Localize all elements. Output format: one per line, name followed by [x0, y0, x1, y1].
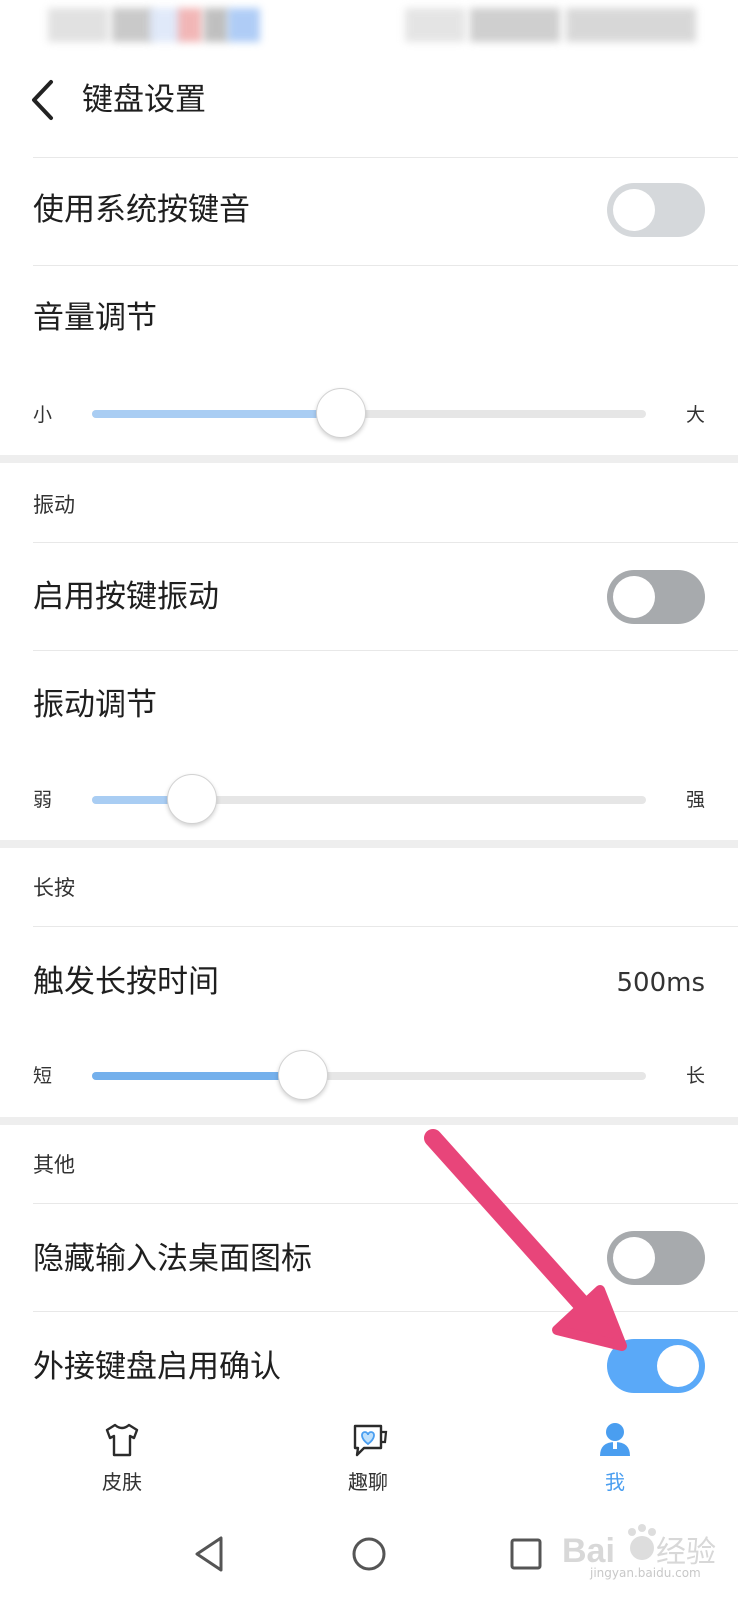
external-keyboard-toggle[interactable]: [607, 1339, 705, 1393]
status-blur: [178, 8, 202, 42]
back-button[interactable]: [22, 76, 62, 124]
section-title-long-press: 长按: [33, 876, 75, 900]
divider: [33, 542, 738, 543]
system-key-sound-label: 使用系统按键音: [33, 192, 250, 228]
section-gap: [0, 455, 738, 463]
toggle-knob: [613, 189, 655, 231]
volume-label: 音量调节: [33, 300, 157, 336]
long-press-time-label: 触发长按时间: [33, 964, 219, 1000]
divider: [33, 265, 738, 266]
long-press-slider[interactable]: [92, 1050, 646, 1100]
header: 键盘设置: [0, 58, 738, 158]
slider-thumb[interactable]: [166, 774, 217, 824]
chevron-left-icon: [32, 80, 53, 120]
status-blur: [470, 8, 560, 42]
hide-icon-label: 隐藏输入法桌面图标: [33, 1241, 312, 1277]
status-blur: [150, 8, 180, 42]
external-keyboard-label: 外接键盘启用确认: [33, 1349, 281, 1385]
volume-max-label: 大: [686, 404, 706, 426]
status-blur: [405, 8, 465, 42]
section-gap: [0, 840, 738, 848]
status-blur: [228, 8, 260, 42]
divider: [33, 1203, 738, 1204]
divider: [33, 650, 738, 651]
back-triangle-icon[interactable]: [187, 1530, 235, 1578]
system-nav-bar: Bai 经验 jingyan.baidu.com: [0, 1508, 738, 1600]
status-bar: [0, 0, 738, 58]
bottom-nav: 皮肤 趣聊 我: [0, 1408, 738, 1508]
volume-min-label: 小: [33, 404, 53, 426]
nav-tab-me[interactable]: 我: [555, 1408, 675, 1508]
watermark-url: jingyan.baidu.com: [590, 1566, 701, 1580]
long-press-time-value: 500ms: [616, 968, 706, 998]
svg-text:经验: 经验: [656, 1536, 716, 1569]
page-title: 键盘设置: [82, 82, 206, 118]
nav-label-chat: 趣聊: [348, 1470, 388, 1494]
status-blur: [566, 8, 696, 42]
vibration-max-label: 强: [686, 789, 706, 811]
nav-label-skin: 皮肤: [102, 1470, 142, 1494]
vibration-slider[interactable]: [92, 774, 646, 824]
section-title-other: 其他: [33, 1153, 75, 1177]
slider-fill: [92, 410, 342, 418]
tshirt-icon: [105, 1423, 139, 1457]
long-press-max-label: 长: [686, 1065, 706, 1087]
recents-square-icon[interactable]: [502, 1530, 550, 1578]
status-blur: [204, 8, 228, 42]
divider: [33, 157, 738, 158]
key-vibration-toggle[interactable]: [607, 570, 705, 624]
nav-label-me: 我: [605, 1470, 625, 1494]
vibration-level-label: 振动调节: [33, 687, 157, 723]
person-icon: [600, 1423, 630, 1456]
home-circle-icon[interactable]: [345, 1530, 393, 1578]
toggle-knob: [657, 1345, 699, 1387]
toggle-knob: [613, 576, 655, 618]
volume-slider[interactable]: [92, 388, 646, 438]
slider-fill: [92, 1072, 303, 1080]
slider-thumb[interactable]: [316, 388, 367, 438]
divider: [33, 926, 738, 927]
status-blur: [112, 8, 152, 42]
nav-tab-chat[interactable]: 趣聊: [308, 1408, 428, 1508]
svg-text:Bai: Bai: [562, 1532, 615, 1570]
vibration-min-label: 弱: [33, 789, 53, 811]
status-blur: [48, 8, 108, 42]
key-vibration-label: 启用按键振动: [33, 579, 219, 615]
hide-icon-toggle[interactable]: [607, 1231, 705, 1285]
divider: [33, 1311, 738, 1312]
baidu-watermark-logo: Bai 经验: [562, 1524, 716, 1570]
slider-thumb[interactable]: [277, 1050, 328, 1100]
section-title-vibration: 振动: [33, 493, 75, 517]
section-gap: [0, 1117, 738, 1125]
long-press-min-label: 短: [33, 1065, 53, 1087]
nav-tab-skin[interactable]: 皮肤: [62, 1408, 182, 1508]
toggle-knob: [613, 1237, 655, 1279]
chat-heart-icon: [353, 1424, 388, 1457]
system-key-sound-toggle[interactable]: [607, 183, 705, 237]
